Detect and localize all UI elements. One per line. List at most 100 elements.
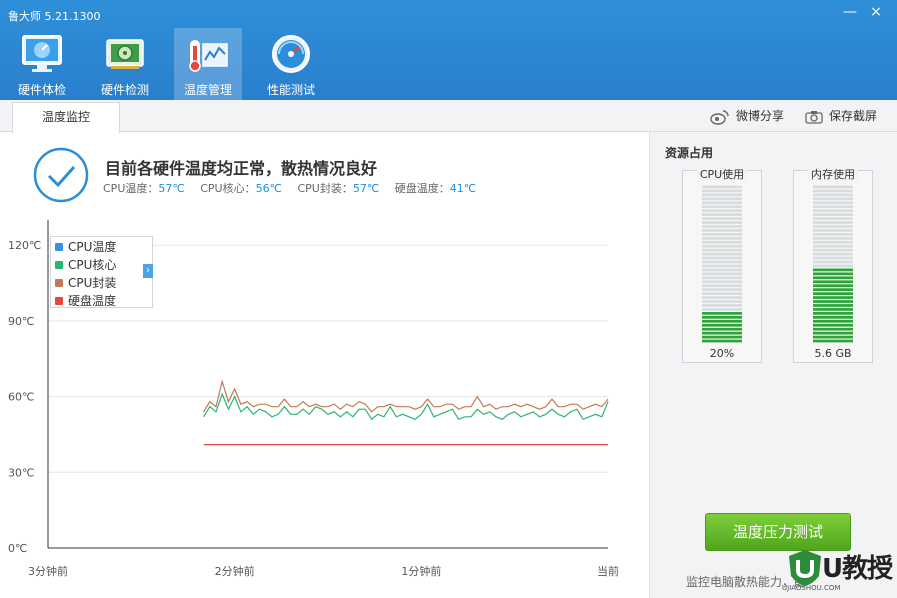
- meter-cell-filled: [813, 323, 853, 327]
- tab-hardware-detect[interactable]: 硬件检测: [91, 28, 159, 100]
- meter-cell-empty: [702, 240, 742, 244]
- meter-cell-empty: [813, 193, 853, 197]
- meter-cell-filled: [813, 331, 853, 335]
- tab-performance[interactable]: 性能测试: [257, 28, 325, 100]
- weibo-share-button[interactable]: 微博分享: [710, 107, 784, 125]
- watermark-logo: U教授 UJIAOSHOU.COM: [782, 546, 897, 598]
- meter-cell-empty: [813, 244, 853, 248]
- cpu-package-label: CPU封装：: [297, 182, 353, 195]
- memory-usage-meter: 内存使用 5.6 GB: [793, 168, 873, 363]
- legend-label: CPU封装: [68, 276, 117, 290]
- thermometer-icon: [189, 40, 228, 72]
- minimize-button[interactable]: —: [840, 4, 860, 20]
- meter-cell-empty: [813, 225, 853, 228]
- meter-cell-filled: [813, 284, 853, 288]
- meter-cell-filled: [813, 276, 853, 280]
- meter-cell-filled: [702, 319, 742, 323]
- meter-cell-empty: [813, 197, 853, 201]
- meter-cell-empty: [702, 201, 742, 205]
- tab-temperature[interactable]: 温度管理: [174, 28, 242, 100]
- legend-item[interactable]: CPU温度: [55, 239, 152, 257]
- disk-temp-value: 41℃: [449, 182, 477, 195]
- meter-cell-empty: [702, 304, 742, 307]
- x-tick-label: 2分钟前: [215, 564, 255, 578]
- legend-swatch: [55, 297, 63, 305]
- meter-cell-empty: [813, 189, 853, 193]
- meter-cell-empty: [702, 252, 742, 256]
- meter-cell-filled: [813, 319, 853, 323]
- weibo-icon: [710, 109, 729, 125]
- meter-cell-empty: [702, 225, 742, 228]
- legend-item[interactable]: CPU核心: [55, 257, 152, 275]
- meter-cell-empty: [702, 272, 742, 276]
- legend-label: 硬盘温度: [68, 294, 117, 308]
- meter-cell-empty: [702, 248, 742, 252]
- memory-usage-label: 内存使用: [808, 168, 858, 181]
- weibo-share-label: 微博分享: [736, 109, 785, 123]
- cpu-usage-bar: [702, 185, 742, 343]
- meter-cell-empty: [702, 300, 742, 303]
- meter-cell-empty: [702, 260, 742, 264]
- meter-cell-empty: [813, 205, 853, 209]
- legend-swatch: [55, 279, 63, 287]
- watermark-text: U教授: [822, 554, 893, 584]
- meter-cell-filled: [813, 300, 853, 303]
- meter-cell-empty: [702, 213, 742, 216]
- tab-temperature-monitor[interactable]: 温度监控: [12, 102, 120, 133]
- legend-collapse-chevron-icon[interactable]: ›: [143, 264, 153, 278]
- tab-hardware-checkup[interactable]: 硬件体检: [8, 28, 76, 100]
- save-screenshot-button[interactable]: 保存截屏: [805, 107, 877, 124]
- meter-cell-empty: [813, 209, 853, 213]
- x-tick-label: 3分钟前: [28, 564, 68, 578]
- cpu-usage-label: CPU使用: [696, 168, 748, 181]
- app-title: 鲁大师 5.21.1300: [8, 10, 101, 23]
- shield-logo-icon: [789, 550, 821, 586]
- memory-usage-value: 5.6 GB: [814, 347, 852, 360]
- meter-cell-filled: [813, 315, 853, 319]
- check-circle-icon: [33, 147, 89, 203]
- meter-cell-filled: [813, 308, 853, 311]
- meter-cell-filled: [813, 288, 853, 292]
- legend-item[interactable]: 硬盘温度: [55, 293, 152, 311]
- legend-item[interactable]: CPU封装: [55, 275, 152, 293]
- meter-cell-empty: [702, 233, 742, 236]
- meter-cell-empty: [702, 280, 742, 284]
- meter-cell-empty: [702, 264, 742, 268]
- meter-cell-filled: [702, 327, 742, 331]
- meter-cell-filled: [702, 335, 742, 339]
- camera-icon: [805, 110, 823, 124]
- y-tick-label: 0℃: [8, 542, 27, 555]
- meter-cell-empty: [702, 205, 742, 209]
- x-tick-label: 当前: [597, 564, 619, 578]
- meter-cell-empty: [813, 256, 853, 260]
- meter-cell-empty: [813, 217, 853, 220]
- meter-cell-filled: [813, 327, 853, 331]
- meter-cell-empty: [702, 268, 742, 272]
- meter-cell-filled: [813, 296, 853, 299]
- meter-cell-empty: [702, 185, 742, 189]
- meter-cell-empty: [813, 213, 853, 216]
- meter-cell-empty: [702, 276, 742, 280]
- graphics-card-icon: [106, 39, 144, 69]
- meter-cell-filled: [813, 280, 853, 284]
- meter-cell-filled: [813, 268, 853, 272]
- meter-cell-filled: [813, 292, 853, 295]
- watermark-subtext: UJIAOSHOU.COM: [782, 584, 841, 592]
- legend-label: CPU核心: [68, 258, 117, 272]
- meter-cell-empty: [702, 197, 742, 201]
- speedometer-icon: [272, 35, 310, 73]
- cpu-package-value: 57℃: [352, 182, 380, 195]
- title-bar: 鲁大师 5.21.1300 — × 硬件体检 硬件检测 温度管理 性能测试: [0, 0, 897, 100]
- meter-cell-empty: [813, 264, 853, 268]
- meter-cell-empty: [813, 201, 853, 205]
- meter-cell-empty: [702, 256, 742, 260]
- meter-cell-empty: [702, 284, 742, 288]
- meter-cell-empty: [702, 244, 742, 248]
- cpu-usage-meter: CPU使用 20%: [682, 168, 762, 363]
- disk-temp-label: 硬盘温度：: [394, 182, 450, 195]
- monitor-icon: [22, 35, 62, 72]
- meter-cell-filled: [702, 312, 742, 315]
- meter-cell-filled: [813, 335, 853, 339]
- close-button[interactable]: ×: [866, 4, 886, 20]
- temperature-readings: CPU温度：57℃ CPU核心：56℃ CPU封装：57℃ 硬盘温度：41℃: [103, 180, 488, 196]
